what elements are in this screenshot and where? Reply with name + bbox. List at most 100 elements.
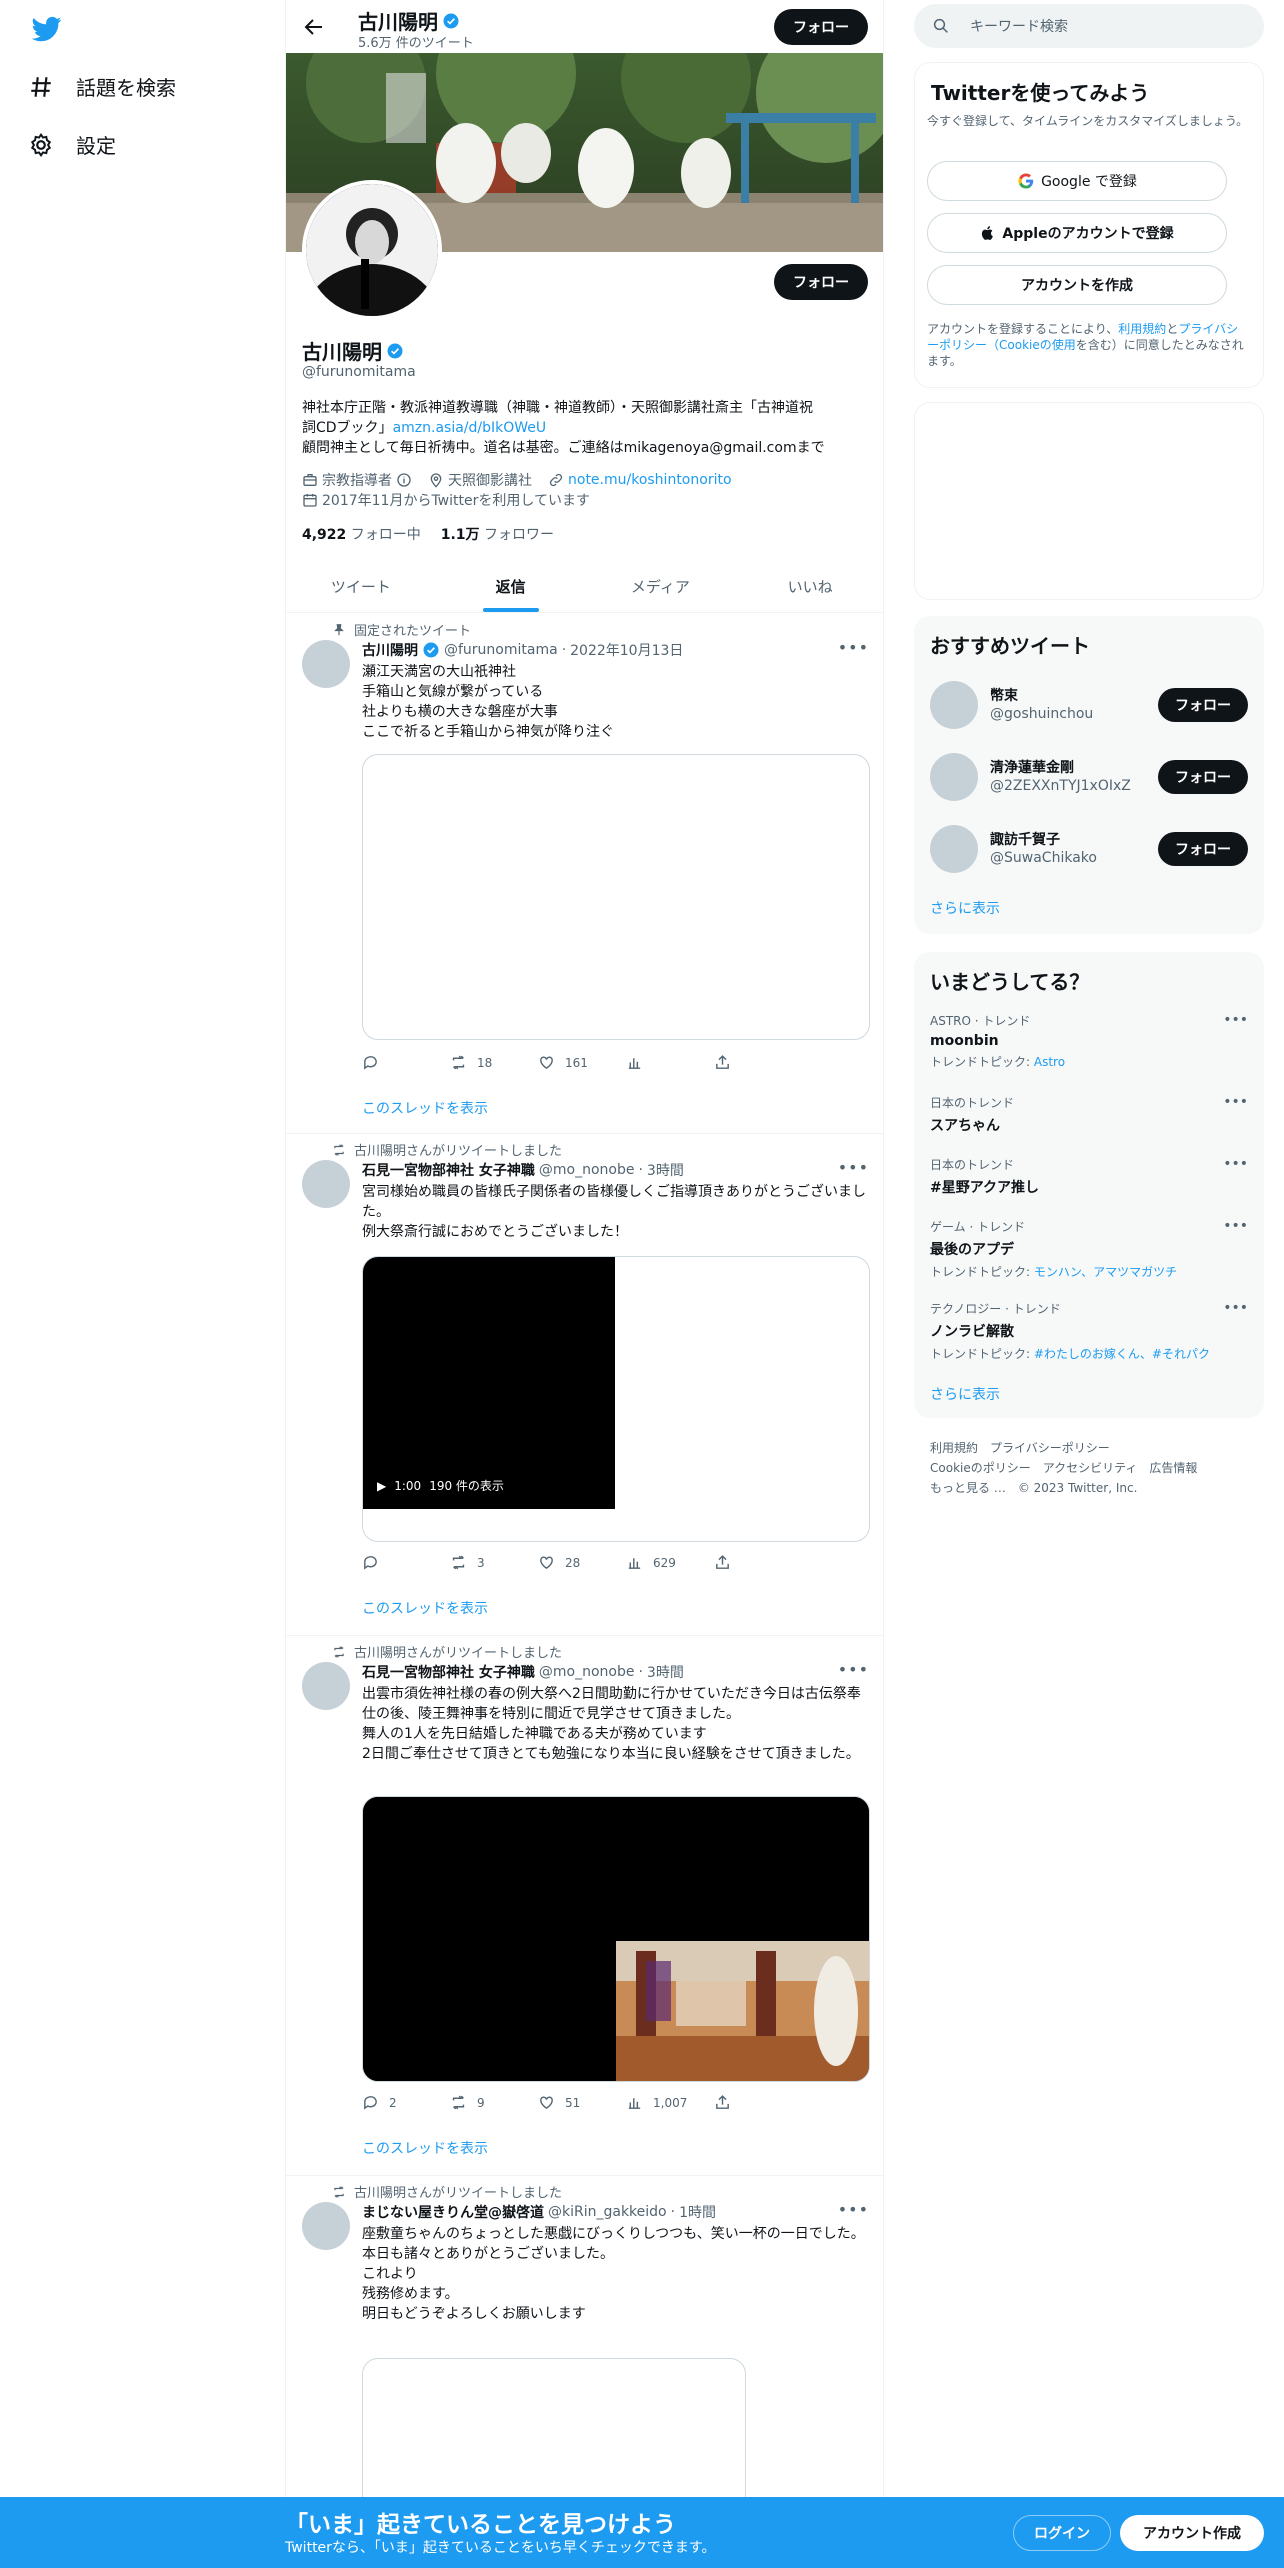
more-options-icon[interactable]: •••: [838, 1158, 869, 1177]
footer-line[interactable]: もっと見る … © 2023 Twitter, Inc.: [930, 1478, 1250, 1498]
following-link[interactable]: 4,922 フォロー中: [302, 524, 421, 544]
trend-item[interactable]: 日本のトレンド スアちゃん •••: [930, 1094, 1248, 1135]
recommended-user[interactable]: 幣束 @goshuinchou フォロー: [930, 678, 1248, 732]
search-input[interactable]: キーワード検索: [914, 4, 1264, 48]
more-options-icon[interactable]: •••: [1223, 1012, 1248, 1028]
info-icon[interactable]: [396, 472, 412, 488]
tweet-item[interactable]: 古川陽明さんがリツイートしました 石見一宮物部神社 女子神職 @mo_nonob…: [286, 1134, 883, 1636]
profile-follow-button[interactable]: フォロー: [774, 264, 868, 300]
bio-link[interactable]: amzn.asia/d/bIkOWeU: [393, 420, 547, 436]
trend-item[interactable]: ゲーム · トレンド 最後のアプデ トレンドトピック: モンハン、アマツマガツチ…: [930, 1218, 1248, 1280]
main-column: 古川陽明 5.6万 件のツイート フォロー フォロー 古川陽明 @furunom…: [285, 0, 884, 2568]
hashtag-icon: [31, 76, 51, 97]
reply-button[interactable]: 2: [362, 2094, 450, 2111]
trend-item[interactable]: 日本のトレンド #星野アクア推し •••: [930, 1156, 1248, 1197]
show-more-link[interactable]: さらに表示: [930, 898, 1000, 918]
share-button[interactable]: [714, 2094, 802, 2111]
reply-button[interactable]: [362, 1554, 450, 1571]
header-follow-button[interactable]: フォロー: [774, 9, 868, 45]
reply-button[interactable]: [362, 1054, 450, 1071]
avatar[interactable]: [302, 1662, 350, 1710]
tab-tweets[interactable]: ツイート: [286, 560, 436, 612]
tweet-media[interactable]: [362, 754, 870, 1040]
avatar[interactable]: [930, 825, 978, 873]
footer-line[interactable]: Cookieのポリシー アクセシビリティ 広告情報: [930, 1458, 1250, 1478]
recommended-user[interactable]: 諏訪千賀子 @SuwaChikako フォロー: [930, 822, 1248, 876]
tweet-actions: 2 9 51 1,007: [362, 2094, 802, 2111]
follow-button[interactable]: フォロー: [1158, 832, 1248, 866]
verified-badge-icon: [387, 343, 403, 358]
share-button[interactable]: [714, 1054, 802, 1071]
more-options-icon[interactable]: •••: [1223, 1156, 1248, 1172]
more-options-icon[interactable]: •••: [838, 638, 869, 657]
follow-button[interactable]: フォロー: [1158, 688, 1248, 722]
nav-explore[interactable]: 話題を検索: [28, 72, 176, 101]
signup-button[interactable]: アカウント作成: [1120, 2515, 1264, 2551]
tab-replies[interactable]: 返信: [436, 560, 586, 612]
retweet-button[interactable]: 3: [450, 1554, 538, 1571]
more-options-icon[interactable]: •••: [1223, 1218, 1248, 1234]
trend-item[interactable]: ASTRO · トレンド moonbin トレンドトピック: Astro •••: [930, 1012, 1248, 1070]
retweet-button[interactable]: 9: [450, 2094, 538, 2111]
avatar[interactable]: [930, 753, 978, 801]
recommended-user[interactable]: 清浄蓮華金剛 @2ZEXXnTYJ1xOIxZ フォロー: [930, 750, 1248, 804]
play-icon[interactable]: ▶: [377, 1479, 386, 1493]
apple-signup-button[interactable]: Appleのアカウントで登録: [927, 213, 1227, 253]
views-button[interactable]: 629: [626, 1554, 714, 1571]
login-button[interactable]: ログイン: [1013, 2515, 1111, 2551]
retweet-button[interactable]: 18: [450, 1054, 538, 1071]
media-image[interactable]: [616, 1941, 870, 2082]
share-button[interactable]: [714, 1554, 802, 1571]
more-options-icon[interactable]: •••: [1223, 1094, 1248, 1110]
twitter-logo-icon[interactable]: [30, 14, 64, 44]
trend-item[interactable]: テクノロジー · トレンド ノンラビ解散 トレンドトピック: #わたしのお嫁くん…: [930, 1300, 1248, 1362]
show-more-link[interactable]: さらに表示: [930, 1384, 1000, 1404]
like-button[interactable]: 161: [538, 1054, 626, 1071]
views-button[interactable]: 1,007: [626, 2094, 714, 2111]
retweet-icon: [452, 1055, 465, 1070]
show-thread-link[interactable]: このスレッドを表示: [362, 1098, 488, 1118]
bottom-bar-subtitle: Twitterなら、「いま」起きていることをいち早くチェックできます。: [285, 2540, 716, 2556]
google-icon: [1018, 173, 1034, 189]
google-signup-button[interactable]: Google で登録: [927, 161, 1227, 201]
more-options-icon[interactable]: •••: [1223, 1300, 1248, 1316]
footer-line[interactable]: 利用規約 プライバシーポリシー: [930, 1438, 1250, 1458]
retweet-icon: [452, 1555, 465, 1570]
avatar[interactable]: [302, 1160, 350, 1208]
more-options-icon[interactable]: •••: [838, 1660, 869, 1679]
more-options-icon[interactable]: •••: [838, 2200, 869, 2219]
tweet-header: 石見一宮物部神社 女子神職 @mo_nonobe · 3時間: [362, 1162, 684, 1179]
tweet-video[interactable]: ▶ 1:00 190 件の表示: [362, 1256, 870, 1542]
avatar[interactable]: [302, 2202, 350, 2250]
nav-explore-label: 話題を検索: [76, 76, 176, 100]
tab-likes[interactable]: いいね: [735, 560, 883, 612]
create-account-button[interactable]: アカウントを作成: [927, 265, 1227, 305]
profile-website[interactable]: note.mu/koshintonorito: [548, 472, 732, 488]
profile-avatar[interactable]: [302, 180, 442, 320]
show-thread-link[interactable]: このスレッドを表示: [362, 1598, 488, 1618]
media-image[interactable]: [363, 1797, 614, 2081]
followers-link[interactable]: 1.1万 フォロワー: [441, 524, 554, 544]
avatar[interactable]: [930, 681, 978, 729]
show-thread-link[interactable]: このスレッドを表示: [362, 2138, 488, 2158]
tweet-media-grid[interactable]: [362, 1796, 870, 2082]
media-image[interactable]: [616, 1797, 869, 1939]
tweet-text: 出雲市須佐神社様の春の例大祭へ2日間助勤に行かせていただき今日は古伝祭奉仕の後、…: [362, 1686, 861, 1762]
bottom-bar-title: 「いま」起きていることを見つけよう: [285, 2512, 676, 2538]
avatar[interactable]: [302, 640, 350, 688]
like-button[interactable]: 28: [538, 1554, 626, 1571]
reply-icon: [364, 2096, 377, 2110]
tweet-item[interactable]: 古川陽明さんがリツイートしました 石見一宮物部神社 女子神職 @mo_nonob…: [286, 1636, 883, 2176]
tab-media[interactable]: メディア: [586, 560, 736, 612]
tweet-item[interactable]: 固定されたツイート 古川陽明 @furunomitama · 2022年10月13…: [286, 614, 883, 1134]
like-button[interactable]: 51: [538, 2094, 626, 2111]
views-button[interactable]: [626, 1054, 714, 1071]
nav-settings[interactable]: 設定: [28, 130, 116, 159]
trends-title: いまどうしてる？: [930, 970, 1090, 994]
follow-stats: 4,922 フォロー中 1.1万 フォロワー: [302, 524, 554, 544]
follow-button[interactable]: フォロー: [1158, 760, 1248, 794]
header-name: 古川陽明: [358, 6, 460, 35]
profile-bio: 神社本庁正階・教派神道教導職（神職・神道教師）・天照御影講社斎主「古神道祝 詞C…: [302, 400, 825, 456]
video-player[interactable]: [363, 1257, 615, 1509]
back-arrow-icon[interactable]: [302, 15, 326, 39]
